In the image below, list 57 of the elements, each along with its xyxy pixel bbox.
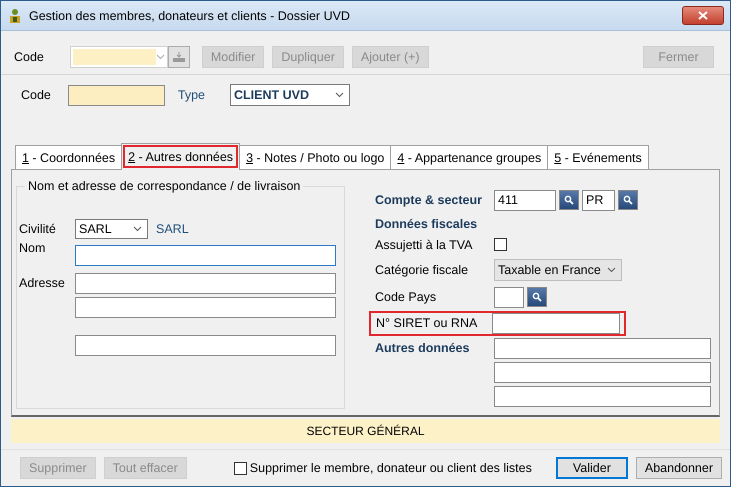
address-label: Adresse (19, 276, 66, 290)
country-field[interactable] (494, 286, 524, 308)
remove-checkbox[interactable] (234, 462, 247, 474)
caret-icon (133, 226, 142, 232)
remove-label: Supprimer le membre, donateur ou client des listes (250, 461, 532, 475)
civility-text: SARL (156, 222, 189, 236)
code-label: Code (21, 88, 51, 102)
account-field[interactable]: 411 (494, 190, 556, 211)
close-icon (698, 11, 708, 20)
tray-icon (172, 50, 186, 62)
search-icon (623, 195, 633, 206)
search-button[interactable] (618, 190, 638, 210)
tab[interactable]: 4 - Appartenance groupes (390, 145, 548, 170)
other-heading: Autres données (375, 340, 470, 355)
window-title: Gestion des membres, donateurs et clients - Dossier UVD (29, 8, 351, 22)
app-icon (7, 8, 23, 24)
vat-checkbox[interactable] (494, 238, 507, 252)
sector-field[interactable]: PR (582, 190, 615, 211)
civility-select[interactable]: SARL (75, 219, 148, 239)
status-bar: SECTEUR GÉNÉRAL (11, 419, 720, 443)
tab[interactable]: 1 - Coordonnées (15, 145, 122, 170)
caret-icon (607, 266, 616, 273)
civility-label: Civilité (19, 222, 57, 236)
address-field[interactable] (75, 297, 336, 318)
account-label: Compte & secteur (375, 193, 483, 208)
category-select[interactable]: Taxable en France (494, 258, 622, 281)
action-button[interactable]: Valider (556, 457, 628, 479)
code-label: Code (14, 50, 44, 64)
action-button[interactable]: Abandonner (636, 457, 722, 479)
other-field[interactable] (494, 386, 711, 407)
other-field[interactable] (494, 338, 711, 359)
type-select[interactable]: CLIENT UVD (230, 84, 350, 106)
fiscal-heading: Données fiscales (375, 216, 478, 231)
name-label: Nom (19, 241, 46, 255)
address-field[interactable] (75, 334, 336, 356)
search-icon (564, 195, 574, 206)
tab[interactable]: 3 - Notes / Photo ou logo (239, 145, 392, 170)
tab[interactable]: 5 - Evénements (547, 145, 649, 170)
other-field[interactable] (494, 362, 711, 383)
code-field[interactable] (68, 84, 165, 106)
caret-icon (156, 54, 165, 60)
search-button[interactable] (559, 190, 579, 210)
address-field[interactable] (75, 272, 336, 294)
search-icon (532, 292, 542, 302)
lookup-button[interactable] (168, 46, 190, 68)
type-label: Type (178, 88, 205, 102)
caret-icon (335, 92, 344, 98)
search-button[interactable] (527, 287, 547, 308)
tab[interactable]: 2 - Autres données (121, 143, 240, 170)
siret-label: N° SIRET ou RNA (376, 316, 478, 330)
name-field[interactable] (75, 244, 336, 266)
vat-label: Assujetti à la TVA (375, 238, 474, 252)
siret-field[interactable] (492, 312, 620, 334)
group-title: Nom et adresse de correspondance / de livraison (25, 179, 304, 193)
country-label: Code Pays (375, 290, 438, 304)
category-label: Catégorie fiscale (375, 262, 470, 277)
close-button[interactable] (682, 6, 724, 25)
